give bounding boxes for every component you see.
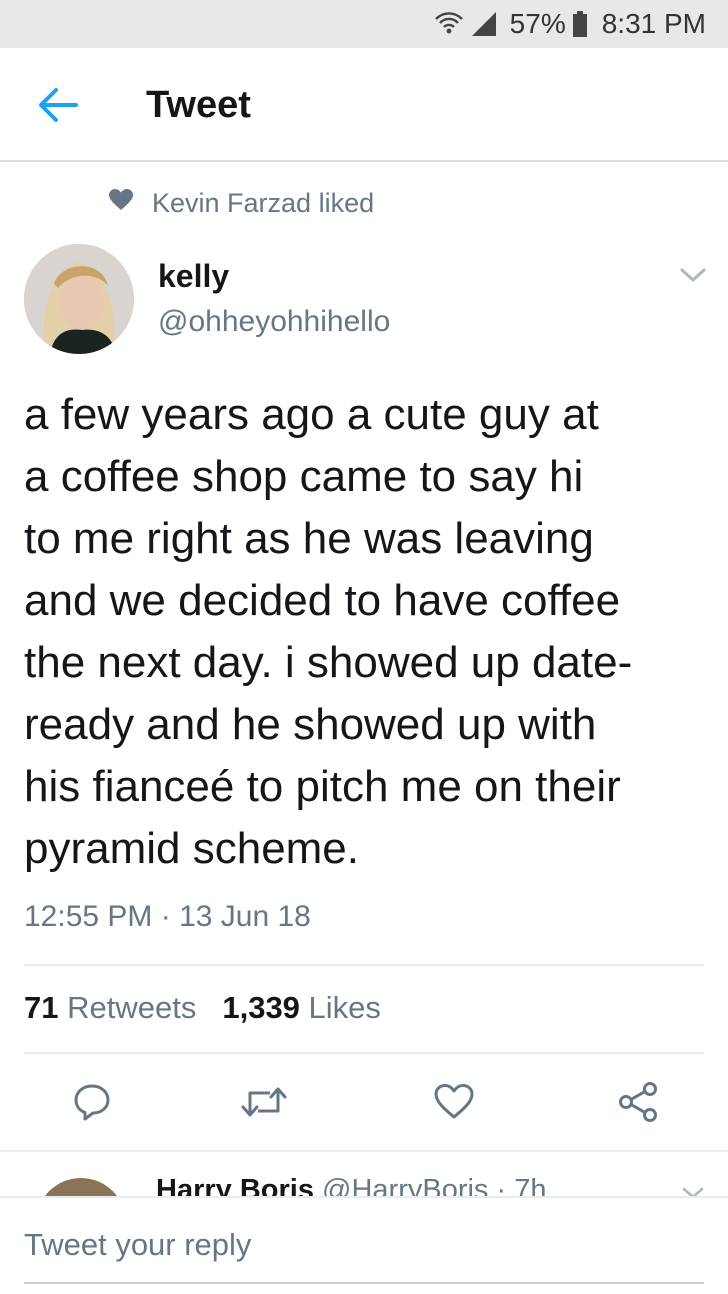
battery-icon [572, 10, 588, 38]
retweets-count: 71 [24, 990, 59, 1025]
more-options-button[interactable] [676, 262, 710, 288]
tweet-text-line: the next day. i showed up date- [24, 638, 633, 687]
signal-icon [470, 10, 498, 38]
share-icon [616, 1080, 660, 1129]
reply-composer [0, 1196, 728, 1294]
retweets-label: Retweets [67, 990, 197, 1025]
likes-count: 1,339 [222, 990, 300, 1025]
reply-header: Harry Boris @HarryBoris · 7h [156, 1174, 546, 1196]
retweet-icon [240, 1081, 288, 1128]
reply-icon [71, 1081, 113, 1128]
top-app-bar: Tweet [0, 48, 728, 162]
status-bar: 57% 8:31 PM [0, 0, 728, 48]
reply-avatar[interactable] [36, 1178, 126, 1196]
likes-label: Likes [308, 990, 381, 1025]
heart-icon [432, 1082, 476, 1127]
tweet-text: a few years ago a cute guy at a coffee s… [24, 384, 714, 880]
tweet-text-line: ready and he showed up with [24, 700, 597, 749]
back-button[interactable] [30, 82, 86, 132]
status-time: 8:31 PM [601, 8, 706, 39]
chevron-down-icon [676, 268, 710, 292]
tweet-text-line: a few years ago a cute guy at [24, 390, 599, 439]
heart-filled-icon [108, 188, 134, 219]
tweet-text-line: his fianceé to pitch me on their [24, 762, 621, 811]
share-button[interactable] [614, 1080, 662, 1128]
tweet-text-line: and we decided to have coffee [24, 576, 621, 625]
retweet-button[interactable] [240, 1080, 288, 1128]
tweet-text-line: a coffee shop came to say hi [24, 452, 584, 501]
retweets-stat[interactable]: 71 Retweets [24, 990, 196, 1026]
tweet-text-line: to me right as he was leaving [24, 514, 594, 563]
chevron-down-icon[interactable] [680, 1184, 706, 1196]
reply-button[interactable] [68, 1080, 116, 1128]
tweet-timestamp: 12:55 PM · 13 Jun 18 [24, 900, 311, 933]
author-name[interactable]: kelly [158, 258, 229, 295]
like-button[interactable] [430, 1080, 478, 1128]
tweet-action-bar [0, 1074, 728, 1134]
reply-author-name: Harry Boris [156, 1174, 314, 1196]
tweet-text-line: pyramid scheme. [24, 824, 360, 873]
divider [24, 1052, 704, 1054]
wifi-icon [434, 10, 464, 38]
social-context-label: Kevin Farzad liked [152, 187, 375, 218]
author-handle[interactable]: @ohheyohhihello [158, 305, 390, 339]
reply-handle-time: @HarryBoris · 7h [322, 1174, 547, 1196]
status-icons: 57% 8:31 PM [434, 6, 706, 42]
likes-stat[interactable]: 1,339 Likes [222, 990, 381, 1026]
arrow-left-icon [36, 85, 80, 130]
tweet-stats: 71 Retweets 1,339 Likes [24, 990, 381, 1026]
avatar[interactable] [24, 244, 134, 354]
divider [24, 964, 704, 966]
reply-input[interactable] [24, 1214, 704, 1284]
battery-percent: 57% [509, 8, 566, 39]
page-title: Tweet [146, 84, 251, 126]
reply-item[interactable]: Harry Boris @HarryBoris · 7h [0, 1152, 728, 1196]
social-context[interactable]: Kevin Farzad liked [108, 186, 374, 220]
